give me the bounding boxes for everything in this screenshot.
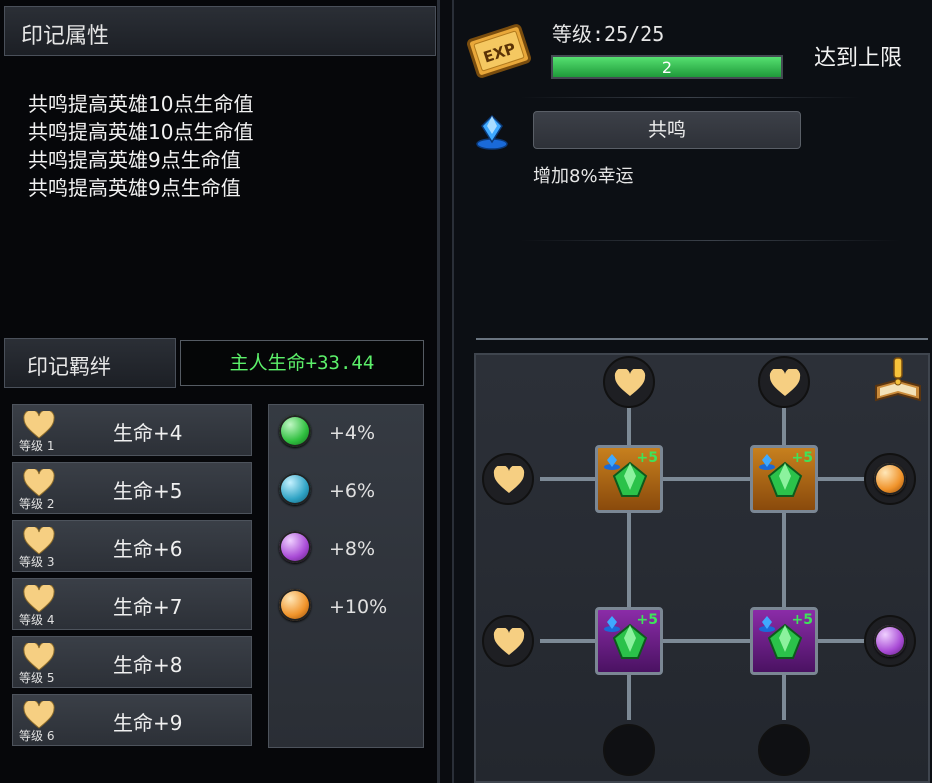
level-label: 等级 6 <box>19 729 55 743</box>
resonate-effect-text: 增加8%幸运 <box>533 166 634 187</box>
cyan-gem-orb-icon <box>279 473 311 505</box>
mark-slot-purple[interactable]: +5 <box>595 607 663 675</box>
ornate-divider <box>476 338 928 340</box>
guide-book-icon[interactable] <box>872 356 924 406</box>
purple-gem-orb-icon <box>874 625 906 657</box>
level-bonus: 生命+9 <box>113 711 183 735</box>
level-bonus: 生命+5 <box>113 479 183 503</box>
property-line: 共鸣提高英雄10点生命值 <box>28 92 254 116</box>
level-label: 等级 1 <box>19 439 55 453</box>
property-line: 共鸣提高英雄10点生命值 <box>28 120 254 144</box>
heart-icon <box>23 643 55 671</box>
heart-icon <box>493 466 525 493</box>
property-line: 共鸣提高英雄9点生命值 <box>28 148 241 172</box>
level-label: 等级 3 <box>19 555 55 569</box>
empty-node[interactable] <box>758 724 810 776</box>
heart-icon <box>23 701 55 729</box>
gem-bonus: +6% <box>329 480 376 502</box>
gem-bonus-column: +4% +6% +8% +10% <box>268 404 424 748</box>
level-bonus: 生命+6 <box>113 537 183 561</box>
level-label: 等级 5 <box>19 671 55 685</box>
purple-gem-orb-icon <box>279 531 311 563</box>
mark-bond-header: 印记羁绊 <box>4 338 176 388</box>
gem-bonus: +4% <box>329 422 376 444</box>
gem-bonus-row: +10% <box>279 589 387 621</box>
connector-line <box>540 639 868 643</box>
heart-node[interactable] <box>758 356 810 408</box>
heart-icon <box>23 585 55 613</box>
blue-gem-icon <box>476 114 508 150</box>
bond-level-row: 等级 5 生命+8 <box>12 636 252 688</box>
slot-bonus: +5 <box>636 450 658 466</box>
heart-icon <box>769 369 801 396</box>
green-gem-orb-icon <box>279 415 311 447</box>
orange-orb-node[interactable] <box>864 453 916 505</box>
heart-node[interactable] <box>482 453 534 505</box>
blue-gem-icon <box>759 454 775 470</box>
mark-attributes-header: 印记属性 <box>4 6 436 56</box>
heart-icon <box>493 628 525 655</box>
orange-gem-orb-icon <box>874 463 906 495</box>
heart-icon <box>23 527 55 555</box>
purple-orb-node[interactable] <box>864 615 916 667</box>
heart-icon <box>23 411 55 439</box>
bond-level-row: 等级 3 生命+6 <box>12 520 252 572</box>
exp-badge-icon: EXP <box>466 24 532 78</box>
level-label: 等级 2 <box>19 497 55 511</box>
exp-progress-value: 2 <box>661 58 673 77</box>
heart-icon <box>614 369 646 396</box>
bond-level-row: 等级 2 生命+5 <box>12 462 252 514</box>
gem-bonus-row: +4% <box>279 415 375 447</box>
slot-bonus: +5 <box>791 612 813 628</box>
level-label: 等级 4 <box>19 613 55 627</box>
resonate-button[interactable]: 共鸣 <box>533 111 801 149</box>
mark-slot-grid <box>474 353 930 783</box>
level-bonus: 生命+4 <box>113 421 183 445</box>
panel-title: 印记属性 <box>21 24 110 49</box>
max-level-text: 达到上限 <box>814 46 903 71</box>
gem-bonus: +10% <box>329 596 388 618</box>
bond-level-row: 等级 6 生命+9 <box>12 694 252 746</box>
slot-bonus: +5 <box>636 612 658 628</box>
mark-slot-orange[interactable]: +5 <box>750 445 818 513</box>
divider <box>520 240 900 241</box>
gem-bonus-row: +6% <box>279 473 375 505</box>
heart-node[interactable] <box>603 356 655 408</box>
exp-progress-bar: 2 <box>551 55 783 79</box>
orange-gem-orb-icon <box>279 589 311 621</box>
bond-value-box: 主人生命+33.44 <box>180 340 424 386</box>
mark-slot-purple[interactable]: +5 <box>750 607 818 675</box>
resonate-button-label: 共鸣 <box>647 119 686 141</box>
gem-bonus: +8% <box>329 538 376 560</box>
bond-label: 印记羁绊 <box>27 355 111 379</box>
gem-bonus-row: +8% <box>279 531 375 563</box>
blue-gem-icon <box>604 616 620 632</box>
heart-icon <box>23 469 55 497</box>
bond-level-row: 等级 4 生命+7 <box>12 578 252 630</box>
empty-node[interactable] <box>603 724 655 776</box>
property-line: 共鸣提高英雄9点生命值 <box>28 176 241 200</box>
level-bonus: 生命+8 <box>113 653 183 677</box>
divider <box>520 97 860 98</box>
bond-value: 主人生命+33.44 <box>229 352 375 374</box>
level-text: 等级:25/25 <box>552 22 665 46</box>
blue-gem-icon <box>604 454 620 470</box>
slot-bonus: +5 <box>791 450 813 466</box>
heart-node[interactable] <box>482 615 534 667</box>
connector-line <box>540 477 868 481</box>
blue-gem-icon <box>759 616 775 632</box>
bond-level-row: 等级 1 生命+4 <box>12 404 252 456</box>
mark-slot-orange[interactable]: +5 <box>595 445 663 513</box>
level-bonus: 生命+7 <box>113 595 183 619</box>
